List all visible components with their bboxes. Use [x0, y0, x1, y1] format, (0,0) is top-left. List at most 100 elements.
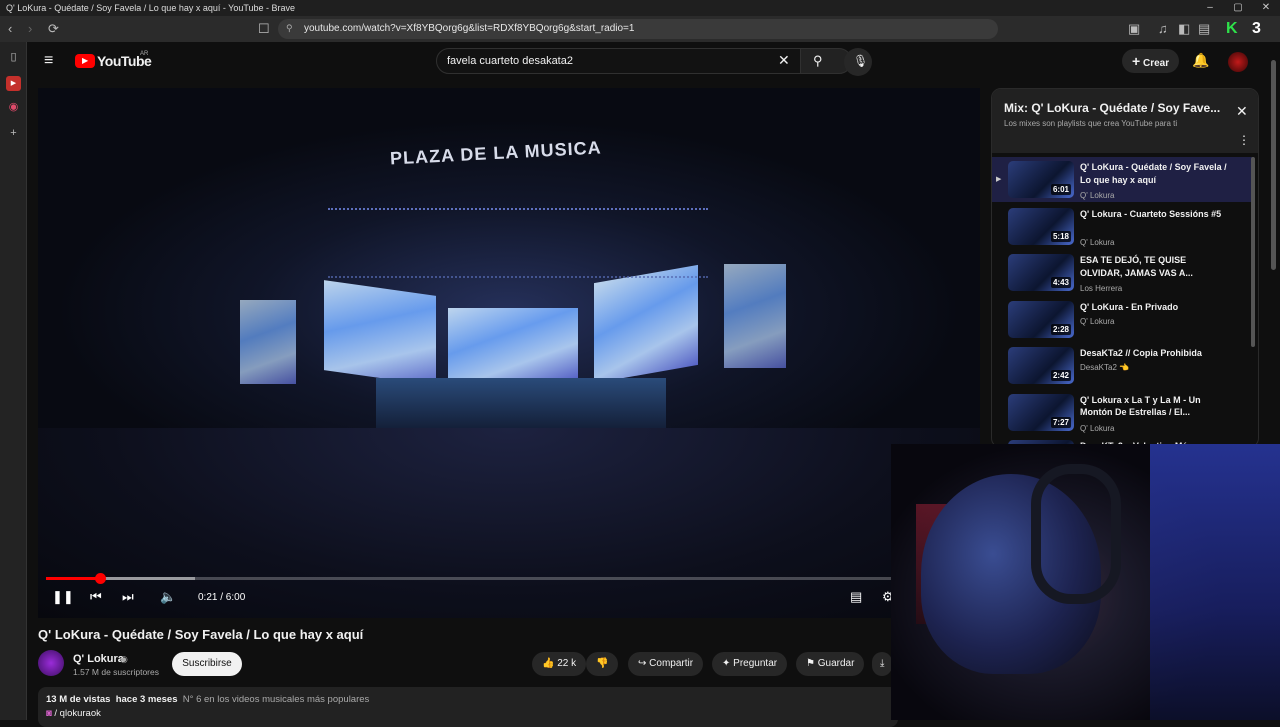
sidebar-toggle-icon[interactable]: ◧	[1178, 21, 1190, 37]
create-button[interactable]: + Crear	[1122, 49, 1180, 73]
extension-icon[interactable]: K	[1226, 21, 1238, 37]
youtube-logo-icon[interactable]: ▶	[75, 54, 95, 68]
close-window-icon[interactable]: ✕	[1252, 0, 1280, 16]
lighting-rig	[328, 208, 708, 278]
back-icon[interactable]: ‹	[8, 21, 12, 37]
minimize-icon[interactable]: –	[1196, 0, 1224, 16]
dislike-button[interactable]: 👎	[586, 652, 619, 676]
playlist-item-title[interactable]: DesaKTa2 // Copia Prohibida	[1080, 347, 1230, 360]
voice-search-button[interactable]: 🎙	[844, 48, 872, 76]
page-scrollbar[interactable]	[1271, 60, 1276, 270]
webcam-background-light	[1150, 444, 1280, 720]
add-sidebar-icon[interactable]: +	[6, 126, 21, 141]
playlist-item[interactable]: 7:27 Q' Lokura x La T y La M - Un Montón …	[992, 390, 1254, 435]
volume-icon[interactable]: 🔈	[160, 589, 176, 605]
previous-icon[interactable]: ⏮	[90, 589, 102, 605]
instagram-icon: ◙	[46, 708, 52, 719]
bookmark-icon[interactable]: ☐	[258, 21, 270, 37]
playlist-item-channel: Q' Lokura	[1080, 237, 1115, 247]
subscribe-button[interactable]: Suscribirse	[172, 652, 242, 676]
stage-screen-left	[324, 280, 436, 386]
playlist-item-title[interactable]: Q' LoKura - En Privado	[1080, 301, 1230, 314]
playlist-item[interactable]: 2:28 Q' LoKura - En Privado Q' Lokura	[992, 297, 1254, 342]
playlist-item[interactable]: 5:18 Q' Lokura - Cuarteto Sessións #5 Q' L…	[992, 204, 1254, 249]
next-icon[interactable]: ⏭	[122, 589, 134, 605]
clear-search-icon[interactable]: ✕	[778, 52, 790, 69]
ask-button[interactable]: ✦ Preguntar	[712, 652, 788, 676]
thumbs-up-icon: 👍	[542, 658, 555, 669]
thumbs-down-icon: 👎	[596, 658, 609, 669]
playlist-thumbnail[interactable]: 7:27	[1008, 393, 1074, 431]
youtube-sidebar-icon[interactable]: ▶	[6, 76, 21, 91]
playlist-scrollbar[interactable]	[1251, 157, 1255, 347]
duration-badge: 5:18	[1050, 230, 1071, 242]
description-box[interactable]: 13 M de vistas hace 3 meses N° 6 en los …	[38, 687, 898, 727]
playlist-thumbnail[interactable]: 2:42	[1008, 347, 1074, 384]
window-controls: – ▢ ✕	[1196, 0, 1280, 16]
duration-badge: 2:42	[1050, 370, 1071, 381]
close-playlist-icon[interactable]: ✕	[1236, 103, 1248, 120]
playlist-item[interactable]: 2:42 DesaKTa2 // Copia Prohibida DesaKTa2 …	[992, 343, 1254, 388]
playlist-item[interactable]: ▶ 6:01 Q' LoKura - Quédate / Soy Favela / …	[992, 157, 1254, 202]
sidebar-panel-icon[interactable]: ▯	[6, 50, 21, 65]
like-button[interactable]: 👍 22 k	[532, 652, 587, 676]
search-query[interactable]: favela cuarteto desakata2	[447, 55, 573, 67]
reload-icon[interactable]: ⟳	[48, 21, 59, 37]
video-frame: PLAZA DE LA MUSICA	[38, 88, 980, 618]
stage-floor	[376, 378, 666, 428]
playlist-item-title[interactable]: Q' Lokura x La T y La M - Un Montón De E…	[1080, 394, 1230, 419]
wallet-icon[interactable]: ▤	[1198, 21, 1210, 37]
channel-name[interactable]: Q' Lokura	[73, 653, 124, 665]
forward-icon[interactable]: ›	[28, 21, 32, 37]
extension-badge-icon: 3	[1252, 20, 1261, 37]
playlist-item-title[interactable]: ESA TE DEJÓ, TE QUISE OLVIDAR, JAMAS VAS…	[1080, 254, 1230, 279]
webcam-headphones	[1031, 464, 1121, 604]
more-options-icon[interactable]: ⋮	[1238, 133, 1250, 147]
share-icon: ↪	[638, 658, 647, 669]
video-player[interactable]: PLAZA DE LA MUSICA ❚❚ ⏮ ⏭ 🔈 0:21 / 6:00 …	[38, 88, 980, 618]
played-bar	[46, 577, 100, 580]
playlist-thumbnail[interactable]: 2:28	[1008, 300, 1074, 338]
save-button[interactable]: ⚑ Guardar	[796, 652, 865, 676]
search-icon: ⚲	[813, 53, 823, 68]
site-info-icon[interactable]: ⚲	[286, 23, 293, 34]
menu-icon[interactable]: ≡	[44, 52, 53, 70]
playlist-thumbnail[interactable]: 5:18	[1008, 207, 1074, 245]
leo-ai-icon[interactable]: ◉	[6, 100, 21, 115]
upload-age: hace 3 meses	[115, 694, 178, 705]
window-title-bar: Q' LoKura - Quédate / Soy Favela / Lo qu…	[0, 0, 1280, 16]
address-bar[interactable]: ⚲ youtube.com/watch?v=Xf8YBQorg6g&list=R…	[278, 19, 998, 39]
subtitles-icon[interactable]: ▤	[850, 589, 862, 605]
pause-icon[interactable]: ❚❚	[52, 589, 74, 605]
microphone-icon: 🎙	[853, 54, 869, 68]
playlist-header: Mix: Q' LoKura - Quédate / Soy Fave... L…	[992, 89, 1258, 153]
share-button[interactable]: ↪ Compartir	[628, 652, 704, 676]
playlist-item-title[interactable]: Q' LoKura - Quédate / Soy Favela / Lo qu…	[1080, 161, 1230, 186]
playlist-item-title[interactable]: Q' Lokura - Cuarteto Sessións #5	[1080, 208, 1230, 221]
playlist-item-channel: Q' Lokura	[1080, 423, 1115, 433]
playlist-thumbnail[interactable]: 6:01	[1008, 161, 1074, 198]
scrubber-handle[interactable]	[94, 573, 106, 584]
playlist-thumbnail[interactable]: 4:43	[1008, 254, 1074, 291]
search-input[interactable]: favela cuarteto desakata2	[436, 48, 826, 74]
side-screen-right	[724, 264, 786, 368]
chart-ranking[interactable]: N° 6 en los videos musicales más popular…	[183, 694, 370, 705]
url-text[interactable]: youtube.com/watch?v=Xf8YBQorg6g&list=RDX…	[304, 23, 634, 34]
download-button[interactable]: ⤓	[872, 652, 893, 676]
playlist-item-channel: Los Herrera	[1080, 284, 1123, 293]
maximize-icon[interactable]: ▢	[1224, 0, 1252, 16]
duration-badge: 2:28	[1050, 323, 1071, 335]
playlist-item-channel: DesaKTa2 👈	[1080, 363, 1130, 372]
reader-icon[interactable]: ▣	[1128, 21, 1140, 37]
playlist-item[interactable]: 4:43 ESA TE DEJÓ, TE QUISE OLVIDAR, JAMAS…	[992, 250, 1254, 295]
notifications-bell-icon[interactable]: 🔔	[1192, 52, 1209, 69]
music-icon[interactable]: ♫	[1158, 21, 1168, 37]
seek-bar[interactable]	[46, 573, 976, 584]
save-icon: ⚑	[806, 658, 815, 669]
social-handle[interactable]: / qlokuraok	[54, 708, 100, 719]
plus-icon: +	[1132, 53, 1141, 69]
playlist-title[interactable]: Mix: Q' LoKura - Quédate / Soy Fave...	[1004, 101, 1229, 115]
account-avatar[interactable]	[1228, 52, 1248, 72]
view-count: 13 M de vistas	[46, 694, 111, 705]
channel-avatar[interactable]	[38, 650, 64, 676]
